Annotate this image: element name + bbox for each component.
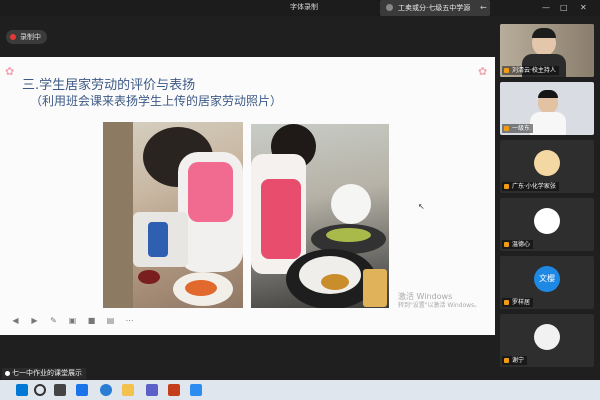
mouse-cursor-icon: ↖ — [418, 202, 425, 211]
windows-start-icon[interactable] — [16, 384, 28, 396]
participant-tile[interactable]: 温德心 — [500, 198, 594, 251]
windows-activation-watermark: 激活 Windows 转到"设置"以激活 Windows。 — [398, 292, 480, 310]
slide-subtitle: （利用班会课来表扬学生上传的居家劳动照片） — [30, 94, 283, 108]
search-icon[interactable] — [34, 384, 46, 396]
participant-tile[interactable]: 谢宁 — [500, 314, 594, 367]
minimize-icon[interactable]: — — [542, 3, 550, 12]
participant-name: 罗样居 — [502, 298, 534, 307]
participant-name: 广东·小化学家张 — [502, 182, 559, 191]
play-icon[interactable]: ▶ — [29, 315, 40, 326]
widgets-icon[interactable] — [76, 384, 88, 396]
student-cooking-photo-1 — [103, 122, 243, 308]
fullscreen-icon[interactable]: ▣ — [67, 315, 78, 326]
flower-decoration-icon: ✿ — [5, 65, 15, 78]
participants-panel: 刘清云·校主持人 一级东 广东·小化学家张 温德心 文樱 罗样居 谢宁 — [495, 16, 600, 378]
participant-name: 一级东 — [502, 124, 534, 133]
watermark-line-2: 转到"设置"以激活 Windows。 — [398, 302, 481, 309]
shared-slide: ✿ ✿ 三.学生居家劳动的评价与表扬 （利用班会课来表扬学生上传的居家劳动照片）… — [0, 57, 495, 335]
recording-label: 录制中 — [20, 33, 41, 41]
speaker-caption: 七一中作业的课堂展示 — [2, 368, 86, 379]
task-view-icon[interactable] — [54, 384, 66, 396]
initials-avatar: 文樱 — [534, 266, 560, 292]
participant-tile[interactable]: 刘清云·校主持人 — [500, 24, 594, 77]
pen-icon[interactable]: ✎ — [48, 315, 59, 326]
doll-avatar-icon — [534, 324, 560, 350]
maximize-icon[interactable]: □ — [560, 3, 568, 12]
meeting-app-icon[interactable] — [190, 384, 202, 396]
participant-name: 温德心 — [502, 240, 534, 249]
meeting-avatar-icon — [386, 4, 393, 11]
cartoon-avatar-icon — [534, 150, 560, 176]
sketch-avatar-icon — [534, 208, 560, 234]
close-icon[interactable]: ✕ — [580, 3, 587, 12]
taskbar — [0, 380, 600, 400]
participant-name: 刘清云·校主持人 — [502, 66, 559, 75]
flower-decoration-icon: ✿ — [478, 65, 488, 78]
watermark-line-1: 激活 Windows — [398, 292, 453, 301]
store-icon[interactable] — [146, 384, 158, 396]
video-icon[interactable]: ■ — [86, 315, 97, 326]
file-explorer-icon[interactable] — [122, 384, 134, 396]
subtitle-icon[interactable]: ▤ — [105, 315, 116, 326]
caption-text: 七一中作业的课堂展示 — [12, 369, 82, 377]
more-icon[interactable]: ⋯ — [124, 315, 135, 326]
student-cooking-photo-2 — [251, 124, 389, 308]
back-icon[interactable]: ← — [480, 3, 487, 12]
recording-badge[interactable]: 录制中 — [6, 30, 47, 44]
window-title: 字体录制 — [290, 3, 318, 11]
title-bar: 字体录制 工卖或分·七级五中学源 ← — □ ✕ — [0, 0, 600, 16]
participant-name: 谢宁 — [502, 356, 528, 365]
meeting-title: 工卖或分·七级五中学源 — [398, 4, 471, 12]
edge-icon[interactable] — [100, 384, 112, 396]
participant-tile[interactable]: 文樱 罗样居 — [500, 256, 594, 309]
powerpoint-icon[interactable] — [168, 384, 180, 396]
meeting-tab[interactable]: 工卖或分·七级五中学源 — [380, 0, 490, 16]
participant-tile[interactable]: 一级东 — [500, 82, 594, 135]
slide-title: 三.学生居家劳动的评价与表扬 — [22, 78, 196, 93]
participant-tile[interactable]: 广东·小化学家张 — [500, 140, 594, 193]
prev-icon[interactable]: ◀ — [10, 315, 21, 326]
